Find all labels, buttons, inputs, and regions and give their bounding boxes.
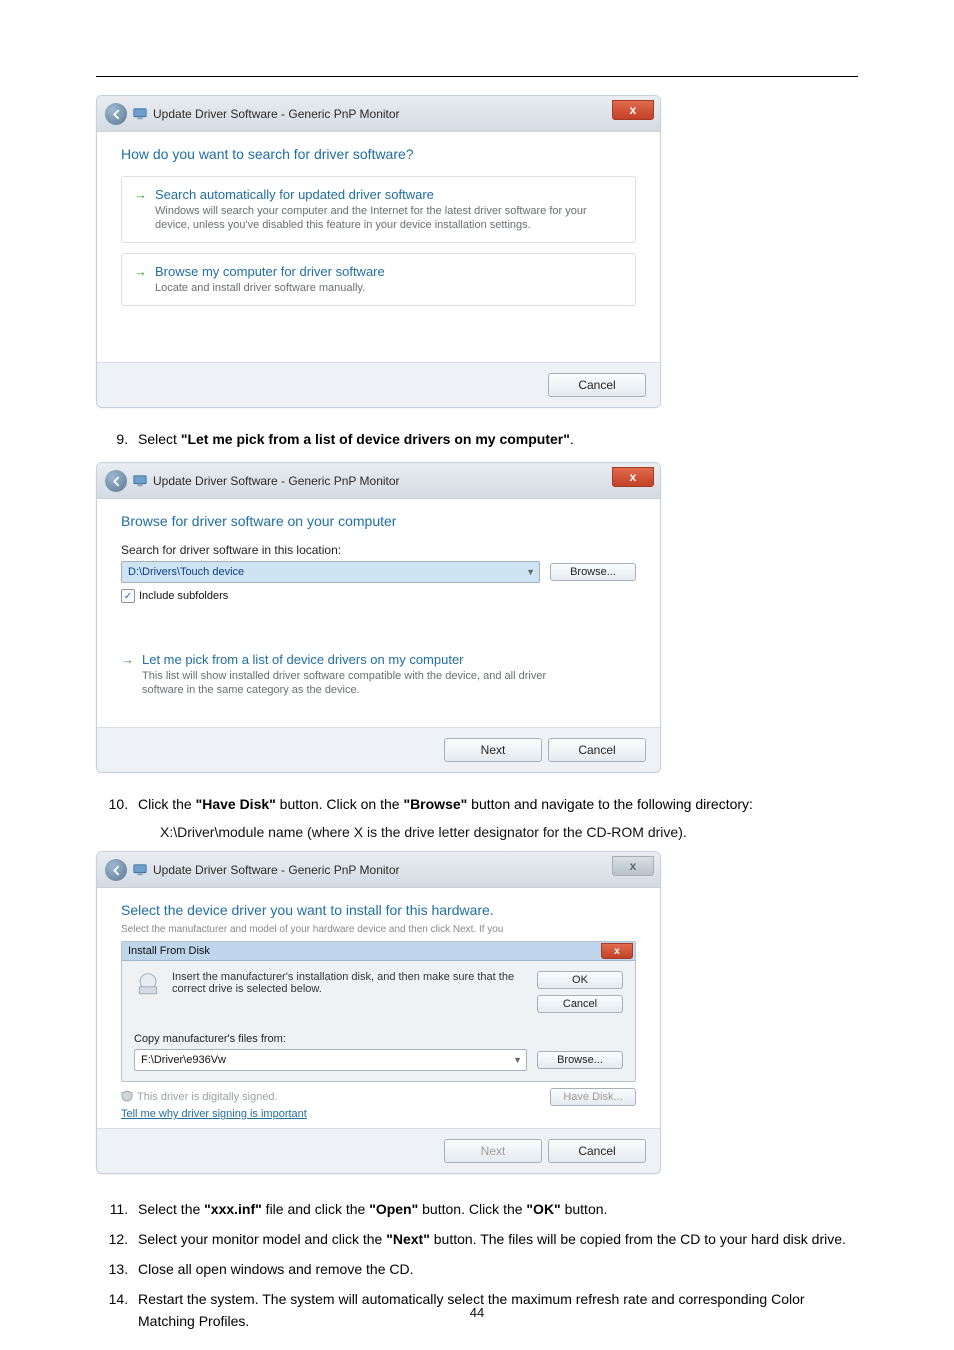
option-search-auto-title: Search automatically for updated driver …: [155, 187, 595, 202]
have-disk-button[interactable]: Have Disk...: [550, 1088, 636, 1106]
step-10-line2: X:\Driver\module name (where X is the dr…: [160, 821, 858, 843]
dialog3-tinytext: Select the manufacturer and model of you…: [121, 924, 636, 935]
shield-icon: [121, 1090, 133, 1105]
option-search-auto[interactable]: → Search automatically for updated drive…: [121, 176, 636, 243]
option-pick-title: Let me pick from a list of device driver…: [142, 652, 582, 667]
next-button[interactable]: Next: [444, 1139, 542, 1163]
monitor-icon: [133, 474, 147, 488]
step-13: Close all open windows and remove the CD…: [132, 1254, 858, 1284]
option-search-auto-sub: Windows will search your computer and th…: [155, 204, 595, 232]
cancel-button[interactable]: Cancel: [548, 1139, 646, 1163]
step-12: Select your monitor model and click the …: [132, 1224, 858, 1254]
dialog-title-3: Update Driver Software - Generic PnP Mon…: [153, 863, 400, 877]
include-subfolders-checkbox[interactable]: ✓ Include subfolders: [121, 589, 636, 603]
cancel-button[interactable]: Cancel: [548, 373, 646, 397]
arrow-right-icon: →: [121, 652, 134, 697]
next-button[interactable]: Next: [444, 738, 542, 762]
cancel-button[interactable]: Cancel: [537, 995, 623, 1013]
checkbox-icon: ✓: [121, 589, 135, 603]
close-icon[interactable]: x: [612, 100, 654, 120]
option-browse-sub: Locate and install driver software manua…: [155, 281, 385, 295]
dialog-title-2: Update Driver Software - Generic PnP Mon…: [153, 474, 400, 488]
browse-button[interactable]: Browse...: [550, 563, 636, 581]
dialog1-heading: How do you want to search for driver sof…: [121, 146, 636, 162]
back-icon[interactable]: [105, 859, 127, 881]
chevron-down-icon: ▼: [513, 1055, 522, 1065]
back-icon[interactable]: [105, 103, 127, 125]
copy-path-input[interactable]: F:\Driver\e936Vw ▼: [134, 1049, 527, 1071]
close-icon[interactable]: x: [601, 943, 633, 959]
option-browse[interactable]: → Browse my computer for driver software…: [121, 253, 636, 306]
disk-icon: [134, 971, 162, 999]
search-location-label: Search for driver software in this locat…: [121, 543, 636, 557]
close-icon[interactable]: x: [612, 856, 654, 876]
dialog-title-1: Update Driver Software - Generic PnP Mon…: [153, 107, 400, 121]
dialog2-heading: Browse for driver software on your compu…: [121, 513, 636, 529]
step-10: Click the "Have Disk" button. Click on t…: [132, 789, 858, 819]
install-from-disk-dialog: Install From Disk x Insert the manufactu…: [121, 941, 636, 1082]
dialog-header-2: Update Driver Software - Generic PnP Mon…: [97, 463, 660, 499]
step-11: Select the "xxx.inf" file and click the …: [132, 1194, 858, 1224]
close-icon[interactable]: x: [612, 467, 654, 487]
page-number: 44: [0, 1305, 954, 1320]
dialog-search-method: Update Driver Software - Generic PnP Mon…: [96, 95, 661, 408]
monitor-icon: [133, 863, 147, 877]
dialog3-heading: Select the device driver you want to ins…: [121, 902, 636, 918]
dialog-browse: Update Driver Software - Generic PnP Mon…: [96, 462, 661, 773]
browse-button[interactable]: Browse...: [537, 1051, 623, 1069]
copy-from-label: Copy manufacturer's files from:: [134, 1033, 623, 1045]
install-from-disk-title: Install From Disk x: [122, 942, 635, 961]
cancel-button[interactable]: Cancel: [548, 738, 646, 762]
back-icon[interactable]: [105, 470, 127, 492]
step-9: Select "Let me pick from a list of devic…: [132, 424, 858, 454]
install-instruction: Insert the manufacturer's installation d…: [172, 971, 527, 995]
arrow-right-icon: →: [134, 264, 147, 295]
ok-button[interactable]: OK: [537, 971, 623, 989]
signed-label: This driver is digitally signed.: [121, 1090, 278, 1105]
path-input[interactable]: D:\Drivers\Touch device ▼: [121, 561, 540, 583]
monitor-icon: [133, 107, 147, 121]
option-browse-title: Browse my computer for driver software: [155, 264, 385, 279]
dialog-have-disk: Update Driver Software - Generic PnP Mon…: [96, 851, 661, 1174]
dialog-header-3: Update Driver Software - Generic PnP Mon…: [97, 852, 660, 888]
chevron-down-icon: ▼: [526, 567, 535, 577]
option-pick-sub: This list will show installed driver sof…: [142, 669, 582, 697]
arrow-right-icon: →: [134, 187, 147, 232]
dialog-header-1: Update Driver Software - Generic PnP Mon…: [97, 96, 660, 132]
tell-me-link[interactable]: Tell me why driver signing is important: [121, 1108, 636, 1120]
